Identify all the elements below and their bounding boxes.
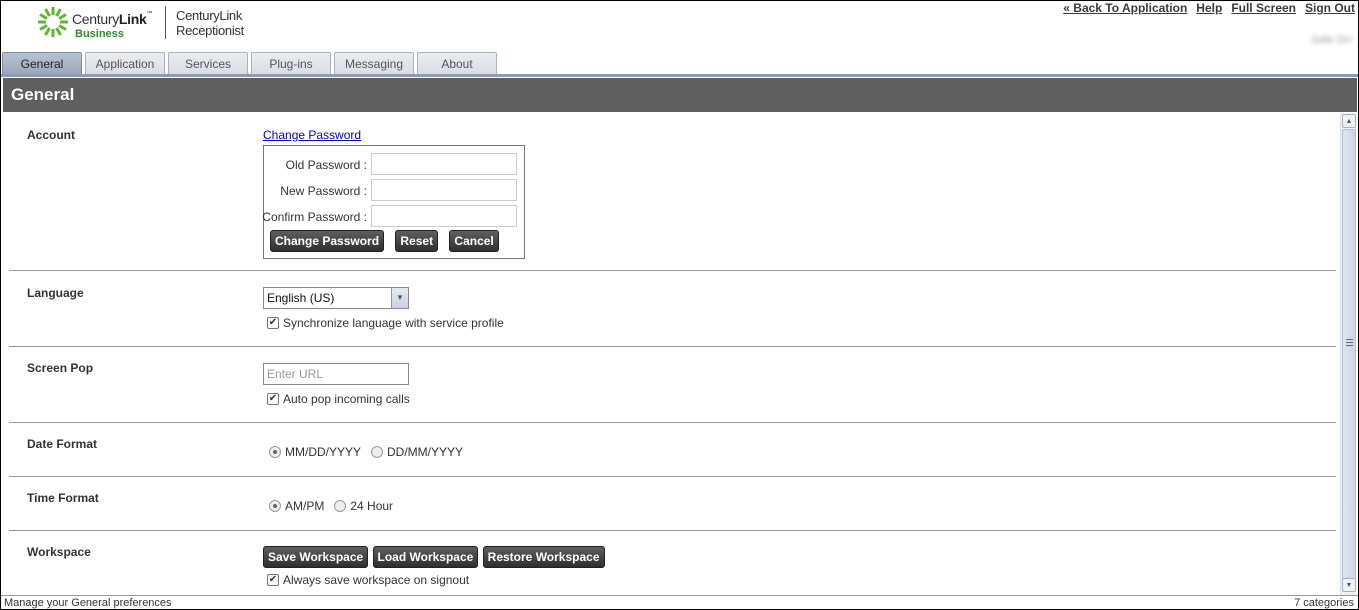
change-password-button[interactable]: Change Password	[270, 230, 385, 252]
sign-out-link[interactable]: Sign Out	[1305, 1, 1355, 15]
confirm-password-row: Confirm Password :	[262, 205, 524, 227]
section-title: General	[3, 78, 1357, 112]
product-line-1: CenturyLink	[176, 8, 243, 23]
back-to-application-link[interactable]: « Back To Application	[1063, 1, 1187, 15]
always-save-option[interactable]: ✔ Always save workspace on signout	[267, 573, 469, 587]
auto-pop-label: Auto pop incoming calls	[283, 392, 410, 406]
language-label: Language	[27, 286, 84, 300]
time-format-24hour-label[interactable]: 24 Hour	[350, 499, 393, 513]
restore-workspace-button[interactable]: Restore Workspace	[482, 546, 605, 568]
always-save-label: Always save workspace on signout	[283, 573, 470, 587]
tab-bar-underline	[1, 74, 1358, 77]
date-format-mmddyyyy-radio[interactable]	[269, 446, 281, 458]
always-save-checkbox[interactable]: ✔	[267, 574, 279, 586]
time-format-row: Time Format AM/PM 24 Hour	[9, 477, 1336, 531]
status-bar: Manage your General preferences 7 catego…	[1, 595, 1358, 610]
screen-pop-label: Screen Pop	[27, 361, 94, 375]
change-password-link[interactable]: Change Password	[263, 128, 361, 142]
date-format-options: MM/DD/YYYY DD/MM/YYYY	[269, 445, 473, 459]
time-format-24hour-radio[interactable]	[334, 500, 347, 512]
brand-name-bold: Link	[118, 11, 147, 27]
product-line-2: Receptionist	[176, 23, 244, 38]
settings-content: Account Change Password Old Password : N…	[3, 113, 1339, 595]
scrollbar-thumb[interactable]	[1342, 129, 1356, 579]
language-row: Language English (US) ▼ ✔ Synchronize la…	[9, 271, 1336, 347]
brand-name-light: Century	[72, 11, 119, 27]
centurylink-logo-icon	[38, 7, 68, 37]
sync-language-label: Synchronize language with service profil…	[283, 316, 504, 330]
help-link[interactable]: Help	[1196, 1, 1222, 15]
scrollbar-grip-icon	[1346, 339, 1353, 347]
time-format-options: AM/PM 24 Hour	[269, 499, 403, 513]
header-divider	[165, 6, 166, 39]
language-select[interactable]: English (US) ▼	[263, 287, 409, 309]
tab-general[interactable]: General	[2, 52, 82, 75]
screen-pop-url-input[interactable]	[263, 363, 409, 385]
save-workspace-button[interactable]: Save Workspace	[263, 546, 369, 568]
time-format-ampm-label[interactable]: AM/PM	[285, 499, 324, 513]
account-row: Account Change Password Old Password : N…	[9, 113, 1336, 271]
new-password-row: New Password :	[264, 179, 524, 201]
product-name: CenturyLink Receptionist	[176, 8, 244, 38]
language-selected-value: English (US)	[267, 291, 335, 305]
category-count: 7 categories	[1294, 597, 1354, 609]
tab-bar: General Application Services Plug-ins Me…	[1, 52, 497, 75]
date-format-label: Date Format	[27, 437, 98, 451]
cancel-button[interactable]: Cancel	[449, 230, 499, 252]
time-format-ampm-radio[interactable]	[269, 500, 281, 512]
date-format-ddmmyyyy-label[interactable]: DD/MM/YYYY	[387, 445, 463, 459]
reset-button[interactable]: Reset	[395, 230, 439, 252]
workspace-buttons: Save Workspace Load Workspace Restore Wo…	[263, 546, 605, 568]
old-password-field[interactable]	[371, 153, 517, 175]
full-screen-link[interactable]: Full Screen	[1231, 1, 1296, 15]
tab-application[interactable]: Application	[85, 52, 165, 75]
time-format-label: Time Format	[27, 491, 99, 505]
scroll-down-arrow-icon[interactable]: ▼	[1342, 578, 1356, 592]
status-message: Manage your General preferences	[4, 597, 172, 609]
brand-sub: Business	[75, 28, 124, 40]
brand-name: CenturyLink™	[72, 11, 153, 27]
date-format-mmddyyyy-label[interactable]: MM/DD/YYYY	[285, 445, 361, 459]
password-buttons: Change Password Reset Cancel	[270, 230, 499, 252]
workspace-label: Workspace	[27, 545, 91, 559]
date-format-row: Date Format MM/DD/YYYY DD/MM/YYYY	[9, 423, 1336, 477]
confirm-password-label: Confirm Password :	[262, 210, 367, 224]
workspace-row: Workspace Save Workspace Load Workspace …	[9, 531, 1336, 595]
confirm-password-field[interactable]	[371, 205, 517, 227]
sync-language-option[interactable]: ✔ Synchronize language with service prof…	[267, 316, 504, 330]
auto-pop-option[interactable]: ✔ Auto pop incoming calls	[267, 392, 410, 406]
account-label: Account	[27, 128, 75, 142]
tab-services[interactable]: Services	[168, 52, 248, 75]
new-password-field[interactable]	[371, 179, 517, 201]
date-format-ddmmyyyy-radio[interactable]	[371, 446, 384, 458]
old-password-label: Old Password :	[285, 158, 367, 172]
auto-pop-checkbox[interactable]: ✔	[267, 393, 279, 405]
vertical-scrollbar[interactable]: ▲ ▼	[1340, 113, 1356, 595]
old-password-row: Old Password :	[264, 153, 524, 175]
brand-tm: ™	[146, 11, 153, 17]
app-header: CenturyLink™ Business CenturyLink Recept…	[1, 1, 1358, 51]
load-workspace-button[interactable]: Load Workspace	[372, 546, 479, 568]
screen-pop-row: Screen Pop ✔ Auto pop incoming calls	[9, 347, 1336, 423]
scroll-up-arrow-icon[interactable]: ▲	[1342, 114, 1356, 128]
change-password-panel: Old Password : New Password : Confirm Pa…	[262, 145, 525, 259]
new-password-label: New Password :	[280, 184, 367, 198]
chevron-down-icon[interactable]: ▼	[391, 288, 408, 308]
top-links: « Back To Application Help Full Screen Sign…	[1054, 1, 1355, 15]
tab-messaging[interactable]: Messaging	[334, 52, 414, 75]
tab-about[interactable]: About	[417, 52, 497, 75]
tab-plug-ins[interactable]: Plug-ins	[251, 52, 331, 75]
sync-language-checkbox[interactable]: ✔	[267, 317, 279, 329]
user-name: Julie Orr	[1310, 34, 1352, 46]
